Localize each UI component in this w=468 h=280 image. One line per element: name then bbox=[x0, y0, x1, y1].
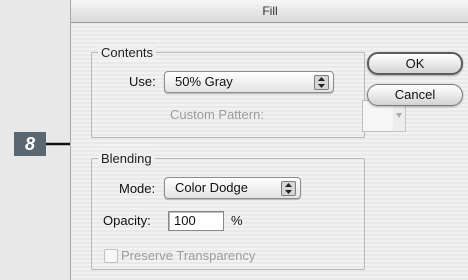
mode-label: Mode: bbox=[119, 181, 156, 196]
use-label: Use: bbox=[129, 74, 156, 89]
ok-button[interactable]: OK bbox=[367, 52, 463, 75]
preserve-transparency-label: Preserve Transparency bbox=[121, 248, 256, 263]
screenshot: 8 Fill Contents Use: 50% Gray Custom Pat… bbox=[0, 0, 468, 280]
contents-legend: Contents bbox=[98, 45, 157, 60]
opacity-value: 100 bbox=[174, 213, 196, 228]
fill-dialog: Fill Contents Use: 50% Gray Custom Patte… bbox=[70, 0, 468, 280]
opacity-label: Opacity: bbox=[103, 213, 151, 228]
title-bar[interactable]: Fill bbox=[71, 0, 468, 23]
opacity-input[interactable]: 100 bbox=[168, 211, 224, 231]
cancel-button[interactable]: Cancel bbox=[367, 84, 463, 106]
preserve-transparency-checkbox[interactable] bbox=[104, 249, 118, 263]
dialog-title: Fill bbox=[262, 4, 278, 18]
use-select-value: 50% Gray bbox=[175, 74, 233, 89]
custom-pattern-label: Custom Pattern: bbox=[170, 107, 264, 122]
popup-arrows-icon bbox=[314, 75, 329, 90]
mode-select-value: Color Dodge bbox=[175, 180, 248, 195]
blending-legend: Blending bbox=[98, 151, 155, 166]
use-select[interactable]: 50% Gray bbox=[164, 71, 334, 93]
contents-group bbox=[91, 52, 365, 138]
chevron-down-icon bbox=[396, 113, 402, 118]
mode-select[interactable]: Color Dodge bbox=[164, 177, 301, 199]
opacity-unit: % bbox=[231, 213, 243, 228]
popup-arrows-icon bbox=[281, 181, 296, 196]
step-callout-badge: 8 bbox=[14, 132, 46, 156]
